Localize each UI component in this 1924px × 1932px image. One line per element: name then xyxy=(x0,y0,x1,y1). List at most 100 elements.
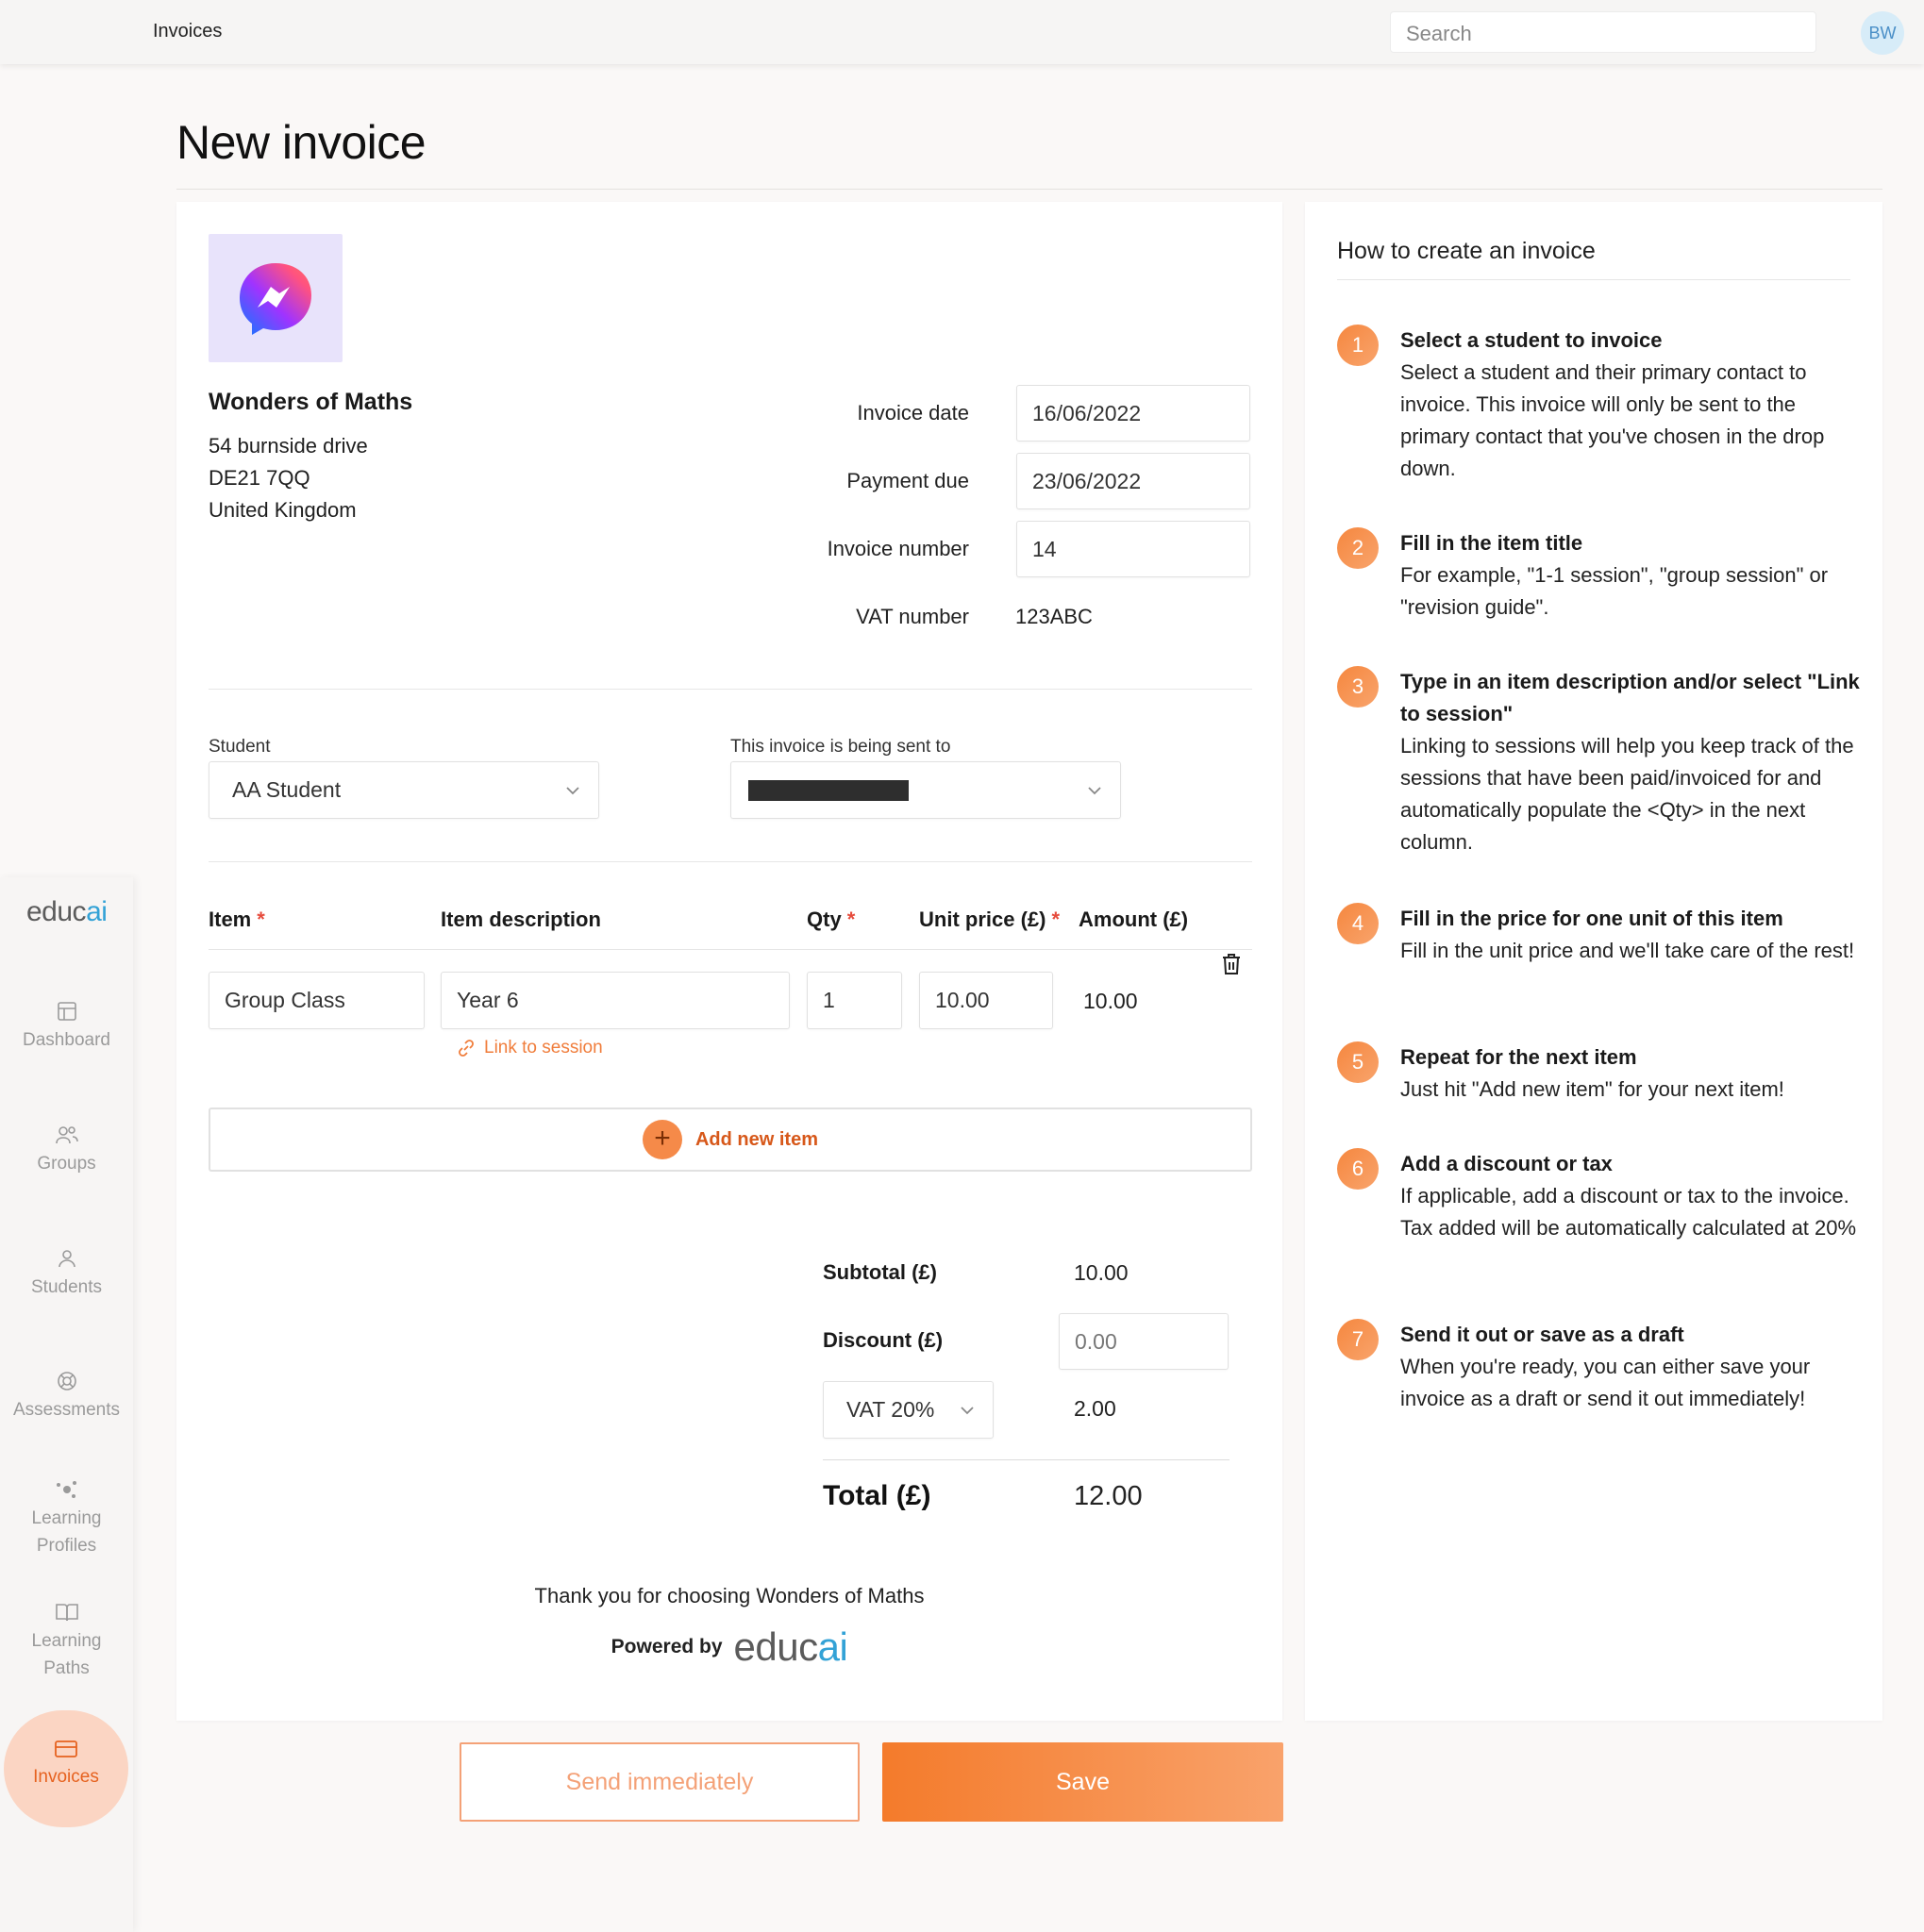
address-line: DE21 7QQ xyxy=(209,466,310,490)
recipient-label: This invoice is being sent to xyxy=(730,737,951,757)
step-title: Fill in the item title xyxy=(1400,531,1583,555)
divider xyxy=(823,1459,1230,1460)
step-title: Type in an item description and/or selec… xyxy=(1400,670,1860,725)
link-to-session-link[interactable]: Link to session xyxy=(456,1038,603,1058)
step-number: 5 xyxy=(1337,1041,1379,1083)
sidebar-item-assessments[interactable]: Assessments xyxy=(0,1370,133,1424)
column-header-description: Item description xyxy=(441,908,601,931)
sidebar-item-label: Learning Profiles xyxy=(31,1508,102,1556)
add-new-item-label: Add new item xyxy=(694,1128,818,1150)
thank-you-note: Thank you for choosing Wonders of Maths xyxy=(534,1584,925,1607)
sidebar-item-label: Invoices xyxy=(33,1767,99,1787)
address-line: United Kingdom xyxy=(209,498,357,522)
sidebar-item-learning-profiles[interactable]: Learning Profiles xyxy=(0,1478,133,1559)
divider xyxy=(176,189,1882,190)
step-number: 3 xyxy=(1337,666,1379,708)
step-title: Repeat for the next item xyxy=(1400,1045,1637,1069)
users-icon xyxy=(55,1126,78,1144)
step-description: Select a student and their primary conta… xyxy=(1400,360,1825,480)
sidebar-item-learning-paths[interactable]: Learning Paths xyxy=(0,1601,133,1682)
sidebar-item-label: Students xyxy=(31,1277,102,1297)
sidebar-item-invoices[interactable]: Invoices xyxy=(4,1710,128,1827)
plus-icon: + xyxy=(642,1120,682,1159)
payment-due-label: Payment due xyxy=(846,469,969,492)
vat-select-value: VAT 20% xyxy=(846,1397,935,1422)
book-icon xyxy=(55,1604,78,1622)
messenger-icon xyxy=(240,263,311,335)
avatar[interactable]: BW xyxy=(1861,11,1904,55)
help-title: How to create an invoice xyxy=(1337,238,1596,264)
link-icon xyxy=(459,1040,474,1057)
vat-amount: 2.00 xyxy=(1074,1396,1116,1421)
amount-value: 10.00 xyxy=(1083,989,1138,1013)
send-immediately-button[interactable]: Send immediately xyxy=(460,1742,860,1822)
student-select[interactable]: AA Student xyxy=(209,761,599,819)
save-button[interactable]: Save xyxy=(882,1742,1283,1822)
divider xyxy=(209,949,1252,950)
payment-due-input[interactable]: 23/06/2022 xyxy=(1016,453,1250,509)
add-new-item-button[interactable]: + Add new item xyxy=(209,1108,1252,1172)
breadcrumb: Invoices xyxy=(153,21,223,42)
total-value: 12.00 xyxy=(1074,1481,1143,1511)
step-title: Add a discount or tax xyxy=(1400,1152,1613,1175)
sidebar: educai Dashboard Groups Students Assessm… xyxy=(0,877,133,1932)
unit-price-input[interactable]: 10.00 xyxy=(919,972,1053,1029)
subtotal-label: Subtotal (£) xyxy=(823,1260,937,1284)
company-logo[interactable] xyxy=(209,234,343,362)
item-title-input[interactable]: Group Class xyxy=(209,972,425,1029)
sidebar-item-groups[interactable]: Groups xyxy=(0,1124,133,1177)
divider xyxy=(209,861,1252,862)
invoice-number-input[interactable]: 14 xyxy=(1016,521,1250,577)
step-description: For example, "1-1 session", "group sessi… xyxy=(1400,563,1829,619)
constellation-icon xyxy=(56,1481,76,1498)
chevron-down-icon xyxy=(566,786,579,794)
link-to-session-label: Link to session xyxy=(484,1038,603,1058)
chevron-down-icon xyxy=(1088,786,1101,794)
help-panel: How to create an invoice 1 Select a stud… xyxy=(1305,202,1882,1721)
sidebar-item-dashboard[interactable]: Dashboard xyxy=(0,1000,133,1054)
redacted-recipient xyxy=(748,779,909,801)
step-title: Select a student to invoice xyxy=(1400,328,1663,352)
step-description: Linking to sessions will help you keep t… xyxy=(1400,734,1854,854)
layout-icon xyxy=(57,1002,76,1021)
company-name: Wonders of Maths xyxy=(209,389,413,415)
column-header-amount: Amount (£) xyxy=(1079,908,1189,931)
search-input[interactable]: Search xyxy=(1390,11,1816,53)
recipient-select[interactable] xyxy=(730,761,1121,819)
total-label: Total (£) xyxy=(823,1480,931,1511)
discount-input[interactable]: 0.00 xyxy=(1059,1313,1229,1370)
powered-by: Powered by educai xyxy=(176,1624,1282,1670)
qty-input[interactable]: 1 xyxy=(807,972,902,1029)
chevron-down-icon xyxy=(961,1406,974,1414)
invoice-date-label: Invoice date xyxy=(857,401,969,425)
step-title: Send it out or save as a draft xyxy=(1400,1323,1684,1346)
lifebuoy-icon xyxy=(57,1372,76,1391)
vat-select[interactable]: VAT 20% xyxy=(823,1381,994,1439)
user-icon xyxy=(58,1250,75,1268)
student-select-value: AA Student xyxy=(232,777,342,802)
vat-number-label: VAT number xyxy=(856,605,969,628)
top-bar: Invoices Search BW xyxy=(0,0,1924,64)
invoice-date-input[interactable]: 16/06/2022 xyxy=(1016,385,1250,441)
trash-icon[interactable] xyxy=(1221,953,1242,975)
column-header-qty: Qty * xyxy=(807,908,856,931)
step-description: Just hit "Add new item" for your next it… xyxy=(1400,1077,1784,1101)
step-number: 7 xyxy=(1337,1319,1379,1360)
column-header-item: Item * xyxy=(209,908,265,931)
sidebar-item-students[interactable]: Students xyxy=(0,1247,133,1301)
step-number: 4 xyxy=(1337,903,1379,944)
step-title: Fill in the price for one unit of this i… xyxy=(1400,907,1783,930)
step-number: 6 xyxy=(1337,1148,1379,1190)
divider xyxy=(209,689,1252,690)
sidebar-item-label: Dashboard xyxy=(23,1030,110,1050)
step-number: 2 xyxy=(1337,527,1379,569)
sidebar-item-label: Learning Paths xyxy=(31,1631,102,1678)
sidebar-item-label: Assessments xyxy=(13,1400,120,1420)
vat-number-value: 123ABC xyxy=(1015,605,1093,628)
invoice-number-label: Invoice number xyxy=(827,537,969,560)
column-header-unit-price: Unit price (£) * xyxy=(919,908,1061,931)
item-description-input[interactable]: Year 6 xyxy=(441,972,790,1029)
divider xyxy=(1337,279,1850,280)
educai-logo: educai xyxy=(733,1624,848,1669)
sidebar-logo[interactable]: educai xyxy=(26,896,108,928)
